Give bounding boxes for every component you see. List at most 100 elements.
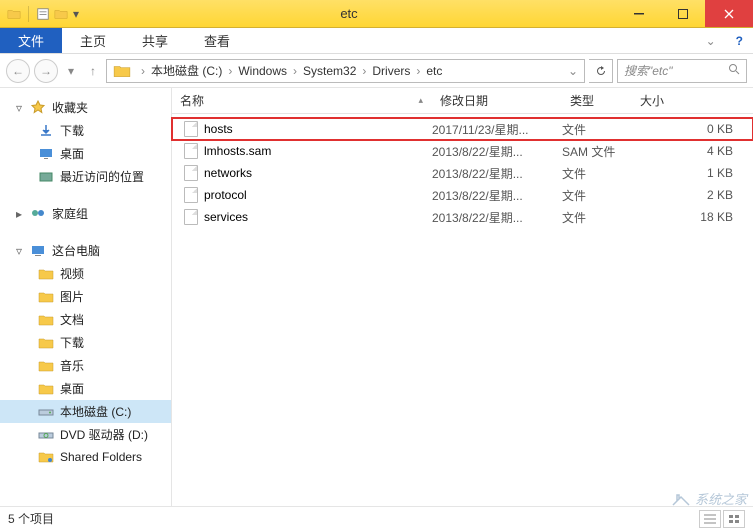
chevron-right-icon[interactable]: › (416, 64, 420, 78)
file-date: 2013/8/22/星期... (432, 187, 562, 204)
tree-group-favorites: ▿ 收藏夹 下载 桌面 最近访问的位置 (0, 96, 171, 188)
minimize-button[interactable] (617, 0, 661, 27)
file-type: 文件 (562, 209, 632, 226)
tree-label: DVD 驱动器 (D:) (60, 426, 148, 443)
tree-label: 这台电脑 (52, 242, 100, 259)
file-name: hosts (204, 122, 233, 136)
file-row[interactable]: protocol 2013/8/22/星期... 文件 2 KB (172, 184, 753, 206)
tree-label: 收藏夹 (52, 99, 88, 116)
breadcrumb-segment[interactable]: etc (426, 64, 442, 78)
tree-item-music[interactable]: 音乐 (0, 354, 171, 377)
close-button[interactable] (705, 0, 753, 27)
column-date[interactable]: 修改日期 (432, 88, 562, 113)
dvd-icon (38, 427, 54, 443)
ribbon: 文件 主页 共享 查看 ⌄ ? (0, 28, 753, 54)
tree-label: 家庭组 (52, 205, 88, 222)
tree-item-desktop[interactable]: 桌面 (0, 377, 171, 400)
file-size: 18 KB (632, 210, 753, 224)
file-date: 2013/8/22/星期... (432, 165, 562, 182)
file-list[interactable]: hosts 2017/11/23/星期... 文件 0 KB lmhosts.s… (172, 114, 753, 506)
folder-icon (38, 358, 54, 374)
breadcrumb-segment[interactable]: System32 (303, 64, 356, 78)
file-row[interactable]: lmhosts.sam 2013/8/22/星期... SAM 文件 4 KB (172, 140, 753, 162)
breadcrumb-segment[interactable]: 本地磁盘 (C:) (151, 62, 222, 79)
refresh-button[interactable] (589, 59, 613, 83)
shared-folder-icon (38, 449, 54, 465)
nav-recent-dropdown[interactable]: ▾ (62, 59, 80, 83)
navigation-pane[interactable]: ▿ 收藏夹 下载 桌面 最近访问的位置 ▸ 家庭组 (0, 88, 172, 506)
tree-group-thispc: ▿ 这台电脑 视频 图片 文档 下载 音乐 (0, 239, 171, 468)
expand-icon[interactable]: ▸ (14, 209, 24, 219)
ribbon-expand-icon[interactable]: ⌄ (696, 28, 726, 53)
address-row: ← → ▾ ↑ › 本地磁盘 (C:) › Windows › System32… (0, 54, 753, 88)
view-mode-buttons (699, 510, 745, 528)
item-count: 5 个项目 (8, 510, 54, 527)
file-row[interactable]: services 2013/8/22/星期... 文件 18 KB (172, 206, 753, 228)
file-list-panel: 名称 ▴ 修改日期 类型 大小 hosts 2017/11/23/星期... 文… (172, 88, 753, 506)
separator (28, 6, 29, 22)
view-details-button[interactable] (699, 510, 721, 528)
star-icon (30, 100, 46, 116)
file-name: networks (204, 166, 252, 180)
tree-item-documents[interactable]: 文档 (0, 308, 171, 331)
address-dropdown-icon[interactable]: ⌄ (564, 64, 582, 78)
ribbon-tab-home[interactable]: 主页 (62, 28, 124, 53)
view-icons-button[interactable] (723, 510, 745, 528)
tree-label: 桌面 (60, 380, 84, 397)
file-size: 2 KB (632, 188, 753, 202)
file-type: 文件 (562, 187, 632, 204)
folder-icon (113, 62, 131, 80)
tree-item-dvd-drive[interactable]: DVD 驱动器 (D:) (0, 423, 171, 446)
tree-head-thispc[interactable]: ▿ 这台电脑 (0, 239, 171, 262)
tree-item-pictures[interactable]: 图片 (0, 285, 171, 308)
tree-head-homegroup[interactable]: ▸ 家庭组 (0, 202, 171, 225)
nav-forward-button[interactable]: → (34, 59, 58, 83)
tree-item-recent[interactable]: 最近访问的位置 (0, 165, 171, 188)
file-size: 1 KB (632, 166, 753, 180)
new-folder-icon[interactable] (53, 6, 69, 22)
file-row-hosts[interactable]: hosts 2017/11/23/星期... 文件 0 KB (172, 118, 753, 140)
chevron-right-icon[interactable]: › (228, 64, 232, 78)
tree-item-downloads[interactable]: 下载 (0, 119, 171, 142)
column-name[interactable]: 名称 ▴ (172, 88, 432, 113)
tree-item-shared-folders[interactable]: Shared Folders (0, 446, 171, 468)
collapse-icon[interactable]: ▿ (14, 246, 24, 256)
collapse-icon[interactable]: ▿ (14, 103, 24, 113)
breadcrumb-segment[interactable]: Drivers (372, 64, 410, 78)
folder-icon (38, 266, 54, 282)
tree-item-videos[interactable]: 视频 (0, 262, 171, 285)
properties-icon[interactable] (35, 6, 51, 22)
tree-item-local-disk-c[interactable]: 本地磁盘 (C:) (0, 400, 171, 423)
chevron-right-icon[interactable]: › (362, 64, 366, 78)
search-input[interactable]: 搜索"etc" (617, 59, 747, 83)
ribbon-tab-share[interactable]: 共享 (124, 28, 186, 53)
maximize-button[interactable] (661, 0, 705, 27)
help-icon[interactable]: ? (726, 28, 753, 53)
tree-item-desktop[interactable]: 桌面 (0, 142, 171, 165)
column-label: 名称 (180, 92, 204, 109)
file-icon (184, 187, 198, 203)
column-headers: 名称 ▴ 修改日期 类型 大小 (172, 88, 753, 114)
computer-icon (30, 243, 46, 259)
nav-up-button[interactable]: ↑ (84, 59, 102, 83)
file-icon (184, 165, 198, 181)
dropdown-icon[interactable]: ▾ (71, 6, 81, 22)
chevron-right-icon[interactable]: › (293, 64, 297, 78)
column-type[interactable]: 类型 (562, 88, 632, 113)
folder-icon (38, 289, 54, 305)
ribbon-tab-view[interactable]: 查看 (186, 28, 248, 53)
file-icon (184, 121, 198, 137)
file-date: 2013/8/22/星期... (432, 143, 562, 160)
main-area: ▿ 收藏夹 下载 桌面 最近访问的位置 ▸ 家庭组 (0, 88, 753, 506)
breadcrumb-segment[interactable]: Windows (238, 64, 287, 78)
file-row[interactable]: networks 2013/8/22/星期... 文件 1 KB (172, 162, 753, 184)
nav-back-button[interactable]: ← (6, 59, 30, 83)
address-bar[interactable]: › 本地磁盘 (C:) › Windows › System32 › Drive… (106, 59, 585, 83)
tree-label: 图片 (60, 288, 84, 305)
column-size[interactable]: 大小 (632, 88, 753, 113)
chevron-right-icon[interactable]: › (141, 64, 145, 78)
tree-item-downloads[interactable]: 下载 (0, 331, 171, 354)
ribbon-file-tab[interactable]: 文件 (0, 28, 62, 53)
tree-head-favorites[interactable]: ▿ 收藏夹 (0, 96, 171, 119)
desktop-icon (38, 146, 54, 162)
